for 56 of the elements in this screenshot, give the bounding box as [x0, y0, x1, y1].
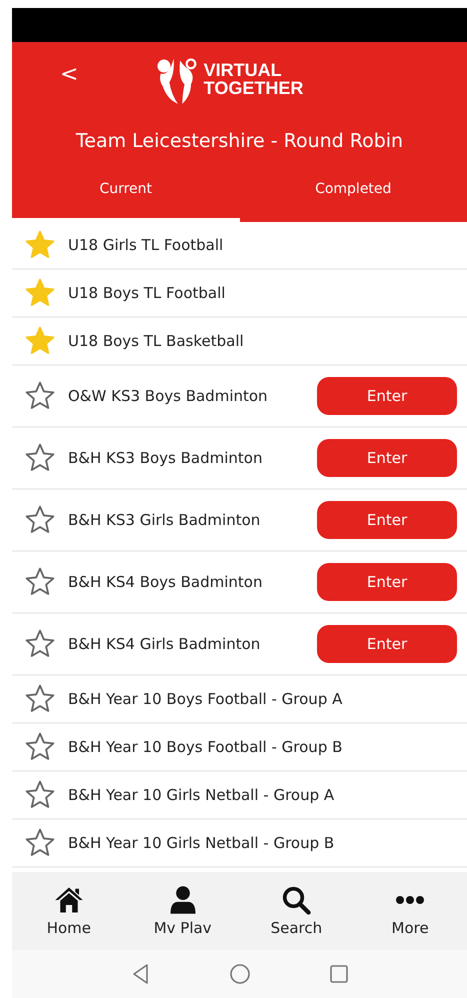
event-name: B&H Year 10 Girls Netball - Group B	[68, 834, 336, 852]
event-row[interactable]: B&H Year 10 Boys Football - Group B	[12, 724, 467, 772]
enter-button[interactable]: Enter	[317, 625, 457, 663]
event-name: O&W KS3 Boys Badminton	[68, 387, 269, 405]
event-row[interactable]: U18 Girls TL Football	[12, 222, 467, 270]
star-icon[interactable]	[24, 566, 56, 598]
star-icon[interactable]	[24, 442, 56, 474]
star-icon[interactable]	[24, 731, 56, 763]
enter-button[interactable]: Enter	[317, 439, 457, 477]
event-name: B&H KS4 Boys Badminton	[68, 573, 264, 591]
event-row[interactable]: B&H Year 10 Girls Netball - Group A	[12, 772, 467, 820]
star-icon[interactable]	[24, 325, 56, 357]
page-title: Team Leicestershire - Round Robin	[74, 129, 404, 154]
star-icon[interactable]	[24, 779, 56, 811]
more-icon	[395, 895, 426, 905]
event-row[interactable]: B&H Year 10 Boys Football - Group A	[12, 676, 467, 724]
event-name: U18 Girls TL Football	[68, 236, 224, 254]
event-row[interactable]: B&H KS3 Girls Badminton Enter	[12, 490, 467, 552]
nav-item[interactable]: Home	[12, 872, 126, 950]
event-name: U18 Boys TL Basketball	[68, 332, 245, 350]
star-icon[interactable]	[24, 229, 56, 261]
back-button[interactable]: <	[60, 62, 78, 87]
event-name: U18 Boys TL Football	[68, 284, 226, 302]
event-row[interactable]: U18 Boys TL Basketball	[12, 318, 467, 366]
event-row[interactable]: B&H KS4 Boys Badminton Enter	[12, 552, 467, 614]
enter-button[interactable]: Enter	[317, 563, 457, 601]
event-name: B&H KS3 Girls Badminton	[68, 511, 262, 529]
star-icon[interactable]	[24, 683, 56, 715]
event-row[interactable]: B&H KS4 Girls Badminton Enter	[12, 614, 467, 676]
nav-item[interactable]: Mv Plav	[126, 872, 240, 950]
tab[interactable]: Completed	[240, 167, 467, 222]
nav-item[interactable]: More	[353, 872, 467, 950]
star-icon[interactable]	[24, 277, 56, 309]
tab[interactable]: Current	[12, 167, 240, 222]
event-row[interactable]: O&W KS3 Boys Badminton Enter	[12, 366, 467, 428]
event-row[interactable]: B&H KS3 Boys Badminton Enter	[12, 428, 467, 490]
star-icon[interactable]	[24, 380, 56, 412]
nav-item[interactable]: Search	[240, 872, 354, 950]
event-name: B&H KS3 Boys Badminton	[68, 449, 264, 467]
enter-button[interactable]: Enter	[317, 501, 457, 539]
event-name: B&H Year 10 Girls Netball - Group A	[68, 786, 336, 804]
search-icon	[281, 885, 312, 915]
star-icon[interactable]	[24, 827, 56, 859]
event-row[interactable]: B&H Year 10 Girls Netball - Group B	[12, 820, 467, 868]
event-name: B&H KS4 Girls Badminton	[68, 635, 262, 653]
star-icon[interactable]	[24, 504, 56, 536]
home-circle-icon[interactable]	[228, 962, 252, 986]
event-name: B&H Year 10 Boys Football - Group B	[68, 738, 344, 756]
event-name: B&H Year 10 Boys Football - Group A	[68, 690, 344, 708]
person-icon	[168, 885, 198, 915]
star-icon[interactable]	[24, 628, 56, 660]
event-row[interactable]: U18 Boys TL Football	[12, 270, 467, 318]
logo-text: VIRTUAL	[204, 60, 283, 78]
enter-button[interactable]: Enter	[317, 377, 457, 415]
home-icon	[54, 885, 84, 915]
logo-text: TOGETHER	[204, 78, 304, 96]
